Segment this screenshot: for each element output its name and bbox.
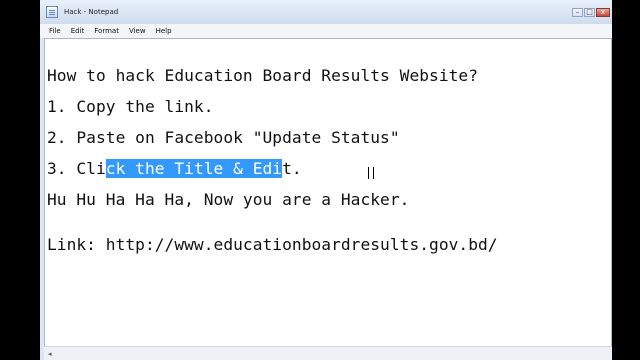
text-line-3: 2. Paste on Facebook "Update Status": [47, 128, 400, 147]
menu-file[interactable]: File: [40, 27, 66, 35]
horizontal-scrollbar[interactable]: ◂: [44, 346, 612, 360]
menu-help[interactable]: Help: [151, 27, 177, 35]
minimize-button[interactable]: –: [572, 8, 583, 17]
window-title: Hack - Notepad: [64, 8, 119, 16]
notepad-window: Hack - Notepad – □ x File Edit Format Vi…: [40, 0, 612, 360]
scroll-left-icon[interactable]: ◂: [48, 350, 52, 358]
title-bar[interactable]: Hack - Notepad – □ x: [40, 0, 612, 24]
text-line-2: 1. Copy the link.: [47, 97, 214, 116]
caption-buttons: – □ x: [572, 8, 610, 17]
selected-text: ck the Title & Edi: [105, 159, 283, 178]
text-line-5: Hu Hu Ha Ha Ha, Now you are a Hacker.: [47, 190, 410, 209]
text-line-6: Link: http://www.educationboardresults.g…: [47, 235, 498, 254]
text-line-4-post: t.: [282, 159, 302, 178]
maximize-button[interactable]: □: [584, 8, 595, 17]
text-line-4: 3. Click the Title & Edit.: [47, 159, 302, 178]
menu-bar: File Edit Format View Help: [40, 24, 612, 39]
text-cursor-icon: [368, 167, 374, 179]
close-button[interactable]: x: [596, 8, 610, 17]
menu-view[interactable]: View: [124, 27, 151, 35]
text-line-4-pre: 3. Cli: [47, 159, 106, 178]
menu-format[interactable]: Format: [89, 27, 124, 35]
menu-edit[interactable]: Edit: [66, 27, 90, 35]
text-line-1: How to hack Education Board Results Webs…: [47, 66, 479, 85]
text-edit-area[interactable]: How to hack Education Board Results Webs…: [44, 38, 612, 348]
notepad-icon: [46, 6, 58, 18]
